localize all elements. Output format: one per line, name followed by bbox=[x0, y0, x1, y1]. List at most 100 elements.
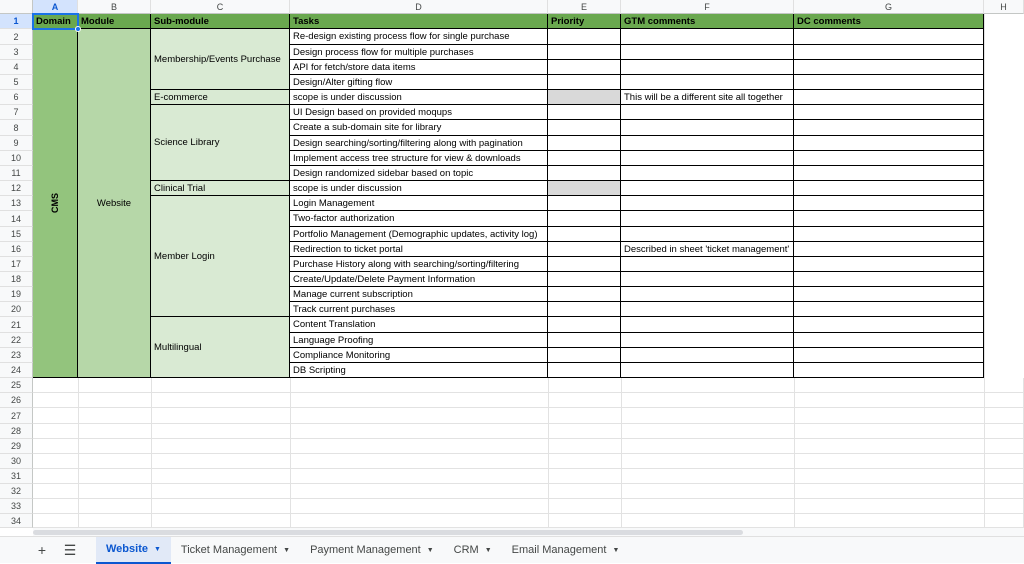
dc-comment-cell[interactable] bbox=[794, 242, 984, 257]
column-h-area[interactable] bbox=[984, 0, 1024, 528]
gtm-comment-cell[interactable] bbox=[621, 348, 794, 363]
dc-comment-cell[interactable] bbox=[794, 120, 984, 136]
row-header-33[interactable]: 33 bbox=[0, 499, 33, 514]
sheet-tab-crm[interactable]: CRM ▼ bbox=[444, 537, 502, 564]
add-sheet-icon[interactable]: + bbox=[28, 537, 56, 564]
dc-comment-cell[interactable] bbox=[794, 302, 984, 317]
dc-comment-cell[interactable] bbox=[794, 317, 984, 333]
priority-cell[interactable] bbox=[548, 151, 621, 166]
dc-comment-cell[interactable] bbox=[794, 29, 984, 45]
gtm-comment-cell[interactable] bbox=[621, 29, 794, 45]
dc-comment-cell[interactable] bbox=[794, 75, 984, 90]
empty-row[interactable] bbox=[33, 514, 1024, 528]
gtm-comment-cell[interactable] bbox=[621, 227, 794, 242]
dc-comment-cell[interactable] bbox=[794, 287, 984, 302]
gtm-comment-cell[interactable] bbox=[621, 272, 794, 287]
task-cell[interactable]: Language Proofing bbox=[290, 333, 548, 348]
row-header-4[interactable]: 4 bbox=[0, 60, 33, 75]
dc-comment-cell[interactable] bbox=[794, 257, 984, 272]
fill-handle[interactable] bbox=[75, 26, 81, 32]
task-cell[interactable]: Purchase History along with searching/so… bbox=[290, 257, 548, 272]
column-header-a[interactable]: A bbox=[33, 0, 78, 14]
dc-comment-cell[interactable] bbox=[794, 105, 984, 120]
task-cell[interactable]: Portfolio Management (Demographic update… bbox=[290, 227, 548, 242]
gtm-comment-cell[interactable] bbox=[621, 60, 794, 75]
task-cell[interactable]: Design process flow for multiple purchas… bbox=[290, 45, 548, 60]
empty-row[interactable] bbox=[33, 499, 1024, 514]
task-cell[interactable]: DB Scripting bbox=[290, 363, 548, 378]
row-header-26[interactable]: 26 bbox=[0, 393, 33, 408]
row-header-34[interactable]: 34 bbox=[0, 514, 33, 528]
dc-comment-cell[interactable] bbox=[794, 181, 984, 196]
row-header-21[interactable]: 21 bbox=[0, 317, 33, 333]
empty-row[interactable] bbox=[33, 469, 1024, 484]
gtm-comment-cell[interactable] bbox=[621, 120, 794, 136]
sheet-tab-ticket-management[interactable]: Ticket Management ▼ bbox=[171, 537, 300, 564]
priority-cell[interactable] bbox=[548, 287, 621, 302]
header-priority[interactable]: Priority bbox=[548, 14, 621, 29]
gtm-comment-cell[interactable]: Described in sheet 'ticket management' bbox=[621, 242, 794, 257]
priority-cell[interactable] bbox=[548, 242, 621, 257]
gtm-comment-cell[interactable] bbox=[621, 105, 794, 120]
header-tasks[interactable]: Tasks bbox=[290, 14, 548, 29]
chevron-down-icon[interactable]: ▼ bbox=[154, 546, 161, 553]
header-submodule[interactable]: Sub-module bbox=[151, 14, 290, 29]
column-header-b[interactable]: B bbox=[78, 0, 151, 14]
gtm-comment-cell[interactable] bbox=[621, 302, 794, 317]
empty-row[interactable] bbox=[33, 454, 1024, 469]
chevron-down-icon[interactable]: ▼ bbox=[427, 547, 434, 554]
row-header-6[interactable]: 6 bbox=[0, 90, 33, 105]
priority-cell[interactable] bbox=[548, 348, 621, 363]
horizontal-scrollbar[interactable] bbox=[33, 528, 1024, 536]
domain-cell[interactable]: CMS bbox=[33, 29, 78, 378]
task-cell[interactable]: Create/Update/Delete Payment Information bbox=[290, 272, 548, 287]
submodule-multilingual[interactable]: Multilingual bbox=[151, 317, 290, 378]
priority-cell[interactable] bbox=[548, 211, 621, 227]
empty-row[interactable] bbox=[33, 439, 1024, 454]
task-cell[interactable]: Implement access tree structure for view… bbox=[290, 151, 548, 166]
task-cell[interactable]: Login Management bbox=[290, 196, 548, 211]
task-cell[interactable]: Design/Alter gifting flow bbox=[290, 75, 548, 90]
row-header-9[interactable]: 9 bbox=[0, 136, 33, 151]
dc-comment-cell[interactable] bbox=[794, 151, 984, 166]
column-header-g[interactable]: G bbox=[794, 0, 984, 14]
dc-comment-cell[interactable] bbox=[794, 348, 984, 363]
row-header-1[interactable]: 1 bbox=[0, 14, 33, 29]
row-header-20[interactable]: 20 bbox=[0, 302, 33, 317]
row-header-15[interactable]: 15 bbox=[0, 227, 33, 242]
gtm-comment-cell[interactable] bbox=[621, 75, 794, 90]
empty-row[interactable] bbox=[33, 378, 1024, 393]
module-cell[interactable]: Website bbox=[78, 29, 151, 378]
priority-cell[interactable] bbox=[548, 257, 621, 272]
gtm-comment-cell[interactable] bbox=[621, 317, 794, 333]
submodule-science-library[interactable]: Science Library bbox=[151, 105, 290, 181]
row-header-23[interactable]: 23 bbox=[0, 348, 33, 363]
dc-comment-cell[interactable] bbox=[794, 363, 984, 378]
gtm-comment-cell[interactable] bbox=[621, 257, 794, 272]
row-header-12[interactable]: 12 bbox=[0, 181, 33, 196]
empty-row[interactable] bbox=[33, 393, 1024, 408]
task-cell[interactable]: Design searching/sorting/filtering along… bbox=[290, 136, 548, 151]
row-header-10[interactable]: 10 bbox=[0, 151, 33, 166]
task-cell[interactable]: Design randomized sidebar based on topic bbox=[290, 166, 548, 181]
priority-cell[interactable] bbox=[548, 272, 621, 287]
row-header-7[interactable]: 7 bbox=[0, 105, 33, 120]
task-cell[interactable]: Track current purchases bbox=[290, 302, 548, 317]
row-header-25[interactable]: 25 bbox=[0, 378, 33, 393]
scrollbar-thumb[interactable] bbox=[33, 530, 743, 535]
sheet-tab-email-management[interactable]: Email Management ▼ bbox=[502, 537, 630, 564]
gtm-comment-cell[interactable]: This will be a different site all togeth… bbox=[621, 90, 794, 105]
dc-comment-cell[interactable] bbox=[794, 196, 984, 211]
header-dc-comments[interactable]: DC comments bbox=[794, 14, 984, 29]
chevron-down-icon[interactable]: ▼ bbox=[485, 547, 492, 554]
row-header-18[interactable]: 18 bbox=[0, 272, 33, 287]
dc-comment-cell[interactable] bbox=[794, 45, 984, 60]
priority-cell[interactable] bbox=[548, 75, 621, 90]
dc-comment-cell[interactable] bbox=[794, 227, 984, 242]
column-header-d[interactable]: D bbox=[290, 0, 548, 14]
gtm-comment-cell[interactable] bbox=[621, 196, 794, 211]
row-header-5[interactable]: 5 bbox=[0, 75, 33, 90]
row-header-13[interactable]: 13 bbox=[0, 196, 33, 211]
priority-cell[interactable] bbox=[548, 136, 621, 151]
row-header-22[interactable]: 22 bbox=[0, 333, 33, 348]
